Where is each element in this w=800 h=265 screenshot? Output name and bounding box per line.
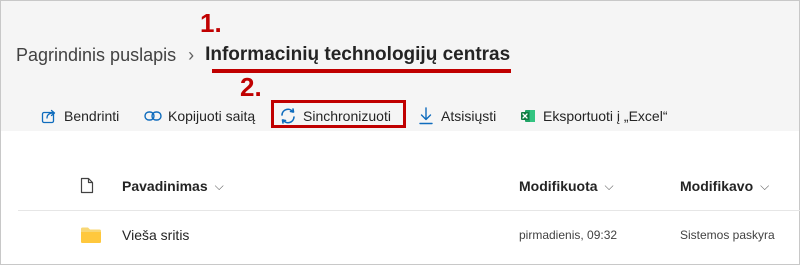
column-header-modified-by-label: Modifikavo [680,178,754,194]
download-button[interactable]: Atsisiųsti [417,104,496,128]
file-type-icon [80,177,94,199]
share-label: Bendrinti [64,108,120,124]
export-excel-button[interactable]: Eksportuoti į „Excel“ [519,104,667,128]
row-divider [18,210,800,211]
download-icon [417,107,435,125]
column-header-modified-label: Modifikuota [519,178,598,194]
folder-icon [80,226,102,249]
annotation-step-2: 2. [240,72,262,102]
annotation-underline [212,69,511,73]
copy-link-label: Kopijuoti saitą [168,108,256,124]
row-modified: pirmadienis, 09:32 [519,228,618,242]
share-button[interactable]: Bendrinti [40,104,119,128]
breadcrumb-home-link[interactable]: Pagrindinis puslapis [16,45,176,66]
breadcrumb-current: Informacinių technologijų centras [205,44,511,65]
chevron-down-icon: ⌵ [214,178,224,193]
annotation-step-1: 1. [200,8,222,38]
share-icon [40,107,58,125]
excel-icon [519,107,537,125]
breadcrumb-separator: › [188,44,195,65]
breadcrumb: Pagrindinis puslapis › Informacinių tech… [16,44,510,66]
column-header-name-label: Pavadinimas [122,178,208,194]
content-area [1,131,799,264]
link-icon [144,107,162,125]
row-modified-by: Sistemos paskyra [680,228,775,242]
row-name-link[interactable]: Vieša sritis [122,227,189,243]
chevron-down-icon: ⌵ [760,178,770,193]
annotation-highlight-box [271,100,406,128]
download-label: Atsisiųsti [441,108,497,124]
column-header-name[interactable]: Pavadinimas ⌵ [122,178,224,194]
copy-link-button[interactable]: Kopijuoti saitą [144,104,255,128]
export-excel-label: Eksportuoti į „Excel“ [543,108,668,124]
column-header-modified-by[interactable]: Modifikavo ⌵ [680,178,769,194]
chevron-down-icon: ⌵ [604,178,614,193]
column-header-modified[interactable]: Modifikuota ⌵ [519,178,614,194]
